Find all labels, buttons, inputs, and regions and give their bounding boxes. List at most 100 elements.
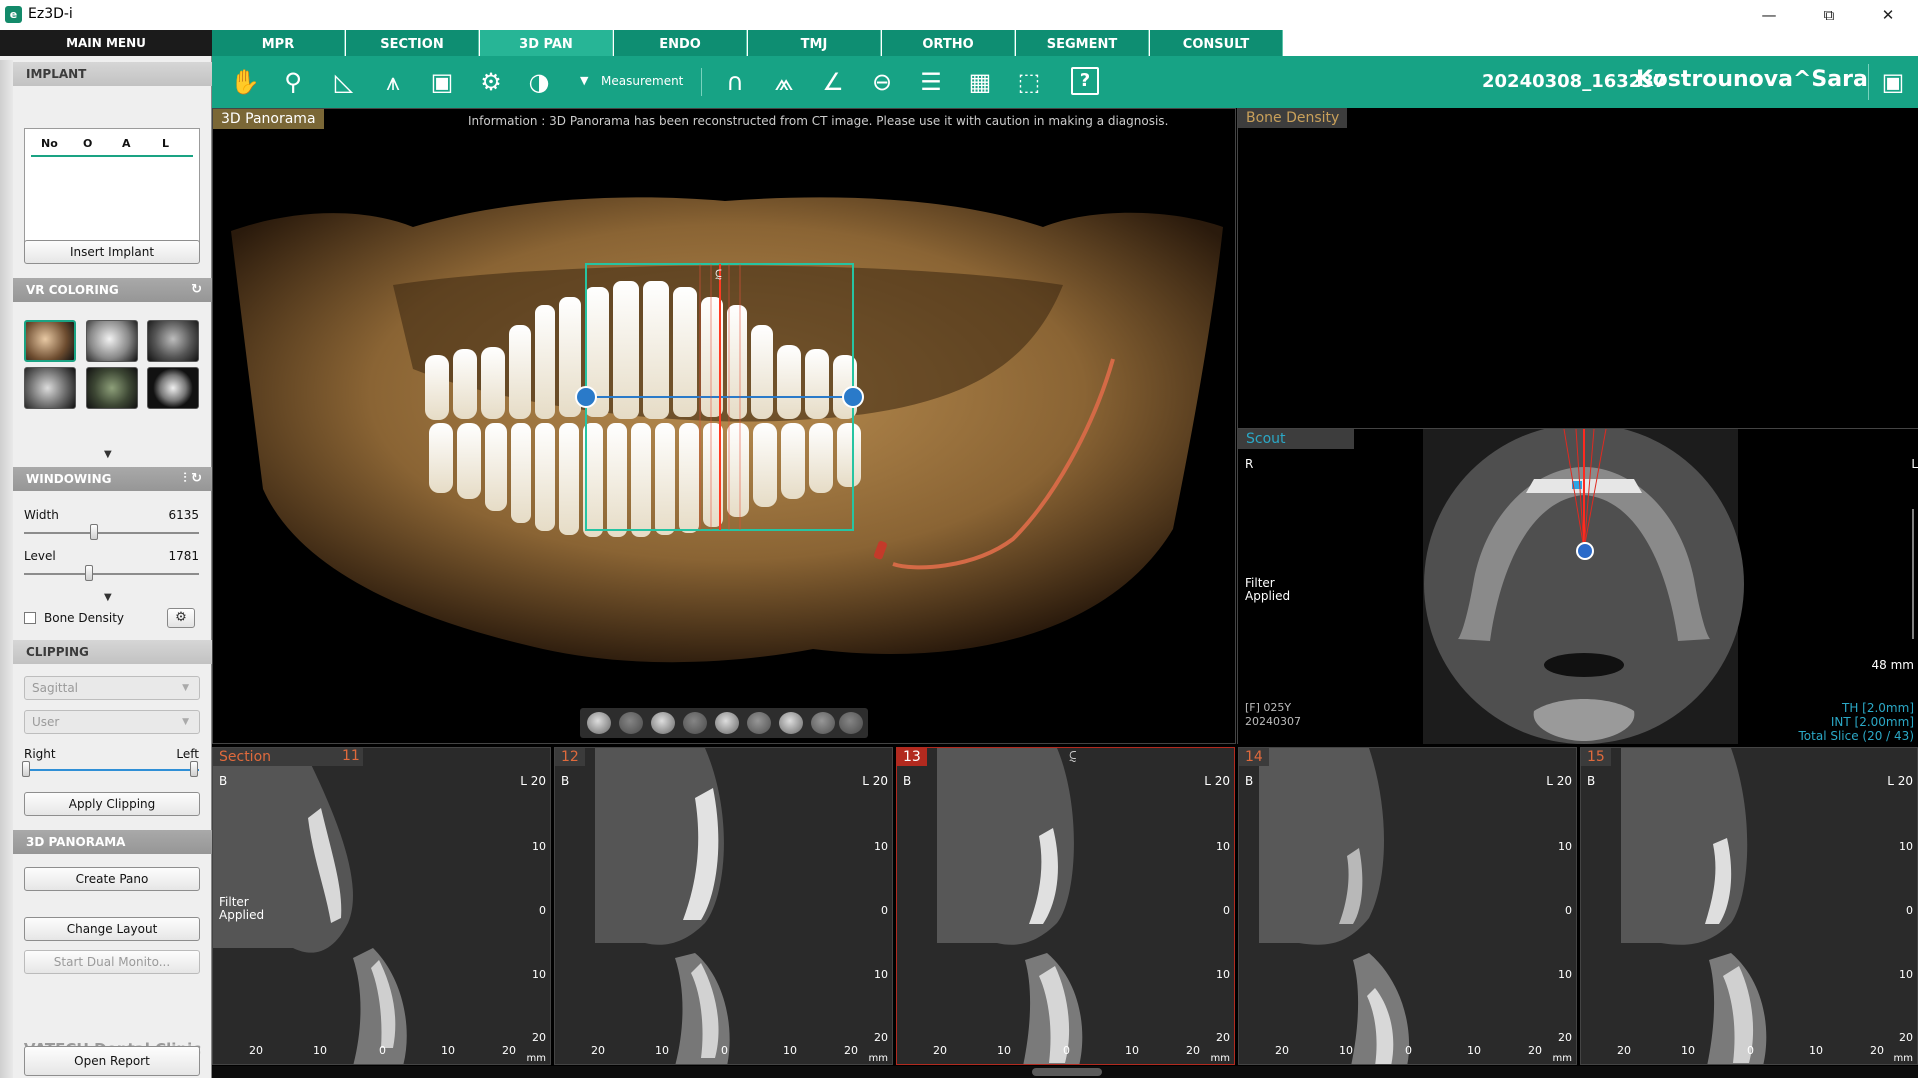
zoom-icon[interactable]: ⚲ <box>276 65 310 99</box>
patient-name: Kostrounova^Sara <box>1636 67 1868 92</box>
tab-ortho[interactable]: ORTHO <box>882 30 1015 56</box>
camera-icon[interactable]: ▣ <box>425 65 459 99</box>
tab-consult[interactable]: CONSULT <box>1150 30 1283 56</box>
section-l-mark-text: L <box>1204 774 1211 788</box>
rotate-handle-right-icon[interactable] <box>842 386 864 408</box>
clip-left-knob[interactable] <box>190 761 198 777</box>
section-vtick: 10 <box>1899 840 1913 853</box>
polyline-icon[interactable]: ⩚ <box>376 65 410 99</box>
section-htick: 10 <box>313 1044 327 1057</box>
view-direction-bar <box>580 708 868 738</box>
grid-icon[interactable]: ▦ <box>963 65 997 99</box>
sidebar-grip[interactable] <box>0 60 13 1078</box>
section-panel-11[interactable]: Section 11 B L 20 10 0 10 20 20 10 0 10 … <box>212 747 551 1065</box>
tab-tmj[interactable]: TMJ <box>748 30 881 56</box>
cube-icon[interactable]: ⬚ <box>1012 65 1046 99</box>
expand-windowing-caret-icon[interactable]: ▼ <box>104 592 112 603</box>
histogram-refresh-icon[interactable]: ⫶ ↻ <box>183 467 202 491</box>
vr-preset-color-skin[interactable] <box>24 320 76 362</box>
section-panel-15[interactable]: 15 B L 20 10 0 10 20 20 10 0 10 20 mm <box>1580 747 1918 1065</box>
section-vtick: 10 <box>1216 968 1230 981</box>
view-reset-icon[interactable] <box>839 712 863 734</box>
scout-view[interactable]: Scout R L Filter Applied [F] 025Y 202403… <box>1237 428 1918 744</box>
view-outer-icon[interactable] <box>811 712 835 734</box>
vr-preset-face-gray[interactable] <box>24 367 76 409</box>
open-report-button[interactable]: Open Report <box>24 1046 200 1076</box>
view-back-icon[interactable] <box>619 712 643 734</box>
move-section-chevron-icon[interactable]: ⫇ <box>715 268 722 282</box>
section-panel-14[interactable]: 14 B L 20 10 0 10 20 20 10 0 10 20 mm <box>1238 747 1577 1065</box>
width-slider-knob[interactable] <box>90 524 98 540</box>
window-titlebar: e Ez3D-i — ⧉ ✕ <box>0 0 1918 30</box>
clipping-mode-select[interactable]: User ▼ <box>24 710 200 734</box>
angle-icon[interactable]: ∠ <box>816 65 850 99</box>
vr-preset-soft-tissue[interactable] <box>147 320 199 362</box>
rotate-handle-left-icon[interactable] <box>575 386 597 408</box>
tab-3d-pan[interactable]: 3D PAN <box>480 30 613 56</box>
section-vtick: 20 <box>532 1031 546 1044</box>
view-inner-icon[interactable] <box>779 712 803 734</box>
level-slider-knob[interactable] <box>84 565 93 581</box>
vr-preset-green-tissue[interactable] <box>86 367 138 409</box>
pan-hand-icon[interactable]: ✋ <box>228 65 262 99</box>
view-top-icon[interactable] <box>715 712 739 734</box>
tab-segment[interactable]: SEGMENT <box>1016 30 1149 56</box>
minimize-icon[interactable]: — <box>1757 4 1781 26</box>
insert-implant-button[interactable]: Insert Implant <box>24 240 200 264</box>
section-scrollbar[interactable] <box>212 1066 1918 1078</box>
section-vtick: 10 <box>1558 840 1572 853</box>
section-vtick: 0 <box>1906 904 1913 917</box>
gear-icon[interactable]: ⚙ <box>167 608 195 628</box>
refresh-icon[interactable]: ↻ <box>191 278 202 302</box>
section-vtick-top: 20 <box>1556 774 1572 788</box>
app-logo-icon: e <box>5 6 22 23</box>
vr-preset-skull-dark[interactable] <box>147 367 199 409</box>
scout-rotate-handle-icon[interactable] <box>1576 542 1594 560</box>
width-slider[interactable] <box>24 532 199 534</box>
chevron-down-icon[interactable]: ⫇ <box>1069 750 1077 765</box>
arch-icon[interactable]: ∩ <box>718 65 752 99</box>
circle-minus-icon[interactable]: ⊖ <box>865 65 899 99</box>
measurement-dropdown[interactable]: Measurement <box>601 74 683 88</box>
arch-nerve-icon[interactable]: ⩕ <box>767 65 801 99</box>
section-l-mark-text: L <box>1546 774 1553 788</box>
bone-density-checkbox[interactable] <box>24 612 36 624</box>
section-htick: 20 <box>249 1044 263 1057</box>
section-htick: 10 <box>441 1044 455 1057</box>
help-icon[interactable]: ? <box>1071 67 1099 95</box>
view-right-icon[interactable] <box>651 712 675 734</box>
bone-density-view[interactable]: Bone Density <box>1237 108 1918 428</box>
clipping-range-slider[interactable] <box>24 769 199 771</box>
3d-panorama-view[interactable]: 3D Panorama Information : 3D Panorama ha… <box>212 108 1236 744</box>
layers-icon[interactable]: ☰ <box>914 65 948 99</box>
measurement-dropdown-arrow-icon[interactable]: ▼ <box>580 74 588 87</box>
create-pano-button[interactable]: Create Pano <box>24 867 200 891</box>
vr-preset-skull-xray[interactable] <box>86 320 138 362</box>
section-htick: 0 <box>721 1044 728 1057</box>
section-unit: mm <box>1552 1053 1572 1064</box>
expand-vr-caret-icon[interactable]: ▼ <box>104 449 112 460</box>
tab-endo[interactable]: ENDO <box>614 30 747 56</box>
settings-face-icon[interactable]: ⚙ <box>474 65 508 99</box>
level-slider[interactable] <box>24 573 199 575</box>
image-export-icon[interactable]: ◑ <box>522 65 556 99</box>
section-panel-13[interactable]: 13 ⫇ B L 20 10 0 10 20 20 10 0 10 20 mm <box>896 747 1235 1065</box>
tab-mpr[interactable]: MPR <box>212 30 345 56</box>
tab-section[interactable]: SECTION <box>346 30 479 56</box>
screen-capture-icon[interactable]: ▣ <box>1876 65 1910 99</box>
start-dual-monitor-button[interactable]: Start Dual Monito... <box>24 950 200 974</box>
change-layout-button[interactable]: Change Layout <box>24 917 200 941</box>
apply-clipping-button[interactable]: Apply Clipping <box>24 792 200 816</box>
close-icon[interactable]: ✕ <box>1876 4 1900 26</box>
clipping-plane-select[interactable]: Sagittal ▼ <box>24 676 200 700</box>
implant-header-line <box>31 155 193 157</box>
section-htick: 20 <box>1617 1044 1631 1057</box>
restore-icon[interactable]: ⧉ <box>1817 4 1841 26</box>
ruler-icon[interactable]: ◺ <box>327 65 361 99</box>
section-scrollbar-thumb[interactable] <box>1032 1068 1102 1076</box>
clip-right-knob[interactable] <box>22 761 30 777</box>
view-bottom-icon[interactable] <box>747 712 771 734</box>
view-front-icon[interactable] <box>587 712 611 734</box>
section-panel-12[interactable]: 12 B L 20 10 0 10 20 20 10 0 10 20 mm <box>554 747 893 1065</box>
view-left-icon[interactable] <box>683 712 707 734</box>
